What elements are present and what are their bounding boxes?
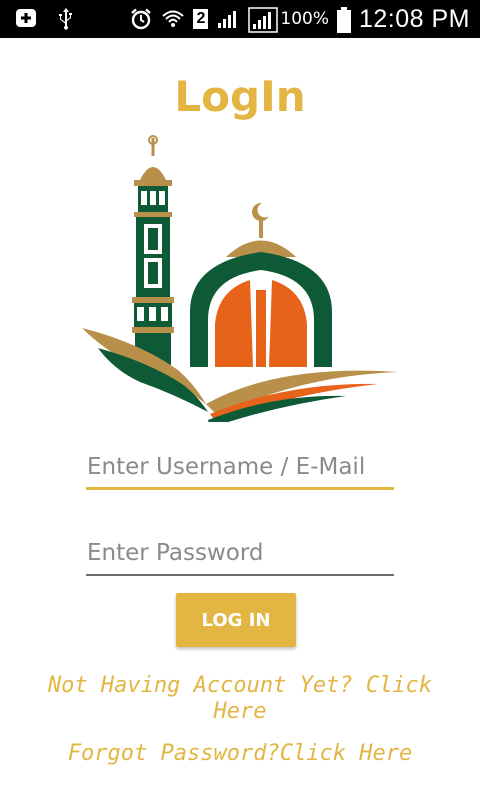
signal-icon <box>216 7 240 31</box>
alarm-icon <box>129 7 153 31</box>
crescent-icon <box>252 202 273 238</box>
sim-icon: 2 <box>193 9 209 29</box>
forgot-password-link[interactable]: Forgot Password?Click Here <box>20 741 460 767</box>
status-bar: 2 100% 12:08 PM <box>0 0 480 38</box>
wifi-icon <box>161 7 185 31</box>
signal-icon <box>248 7 279 33</box>
clock: 12:08 PM <box>358 4 470 33</box>
usb-icon <box>54 6 78 30</box>
battery-icon <box>336 7 351 33</box>
battery-level: 100% <box>280 9 329 29</box>
signup-link[interactable]: Not Having Account Yet? Click Here <box>20 673 460 725</box>
page-title: LogIn <box>174 72 306 121</box>
login-button[interactable]: LOG IN <box>176 593 296 647</box>
password-field[interactable] <box>86 532 394 576</box>
dome-icon <box>190 240 332 367</box>
add-box-icon <box>14 6 38 30</box>
username-field[interactable] <box>86 446 394 490</box>
minaret-icon <box>132 135 174 365</box>
mosque-logo <box>78 132 402 428</box>
